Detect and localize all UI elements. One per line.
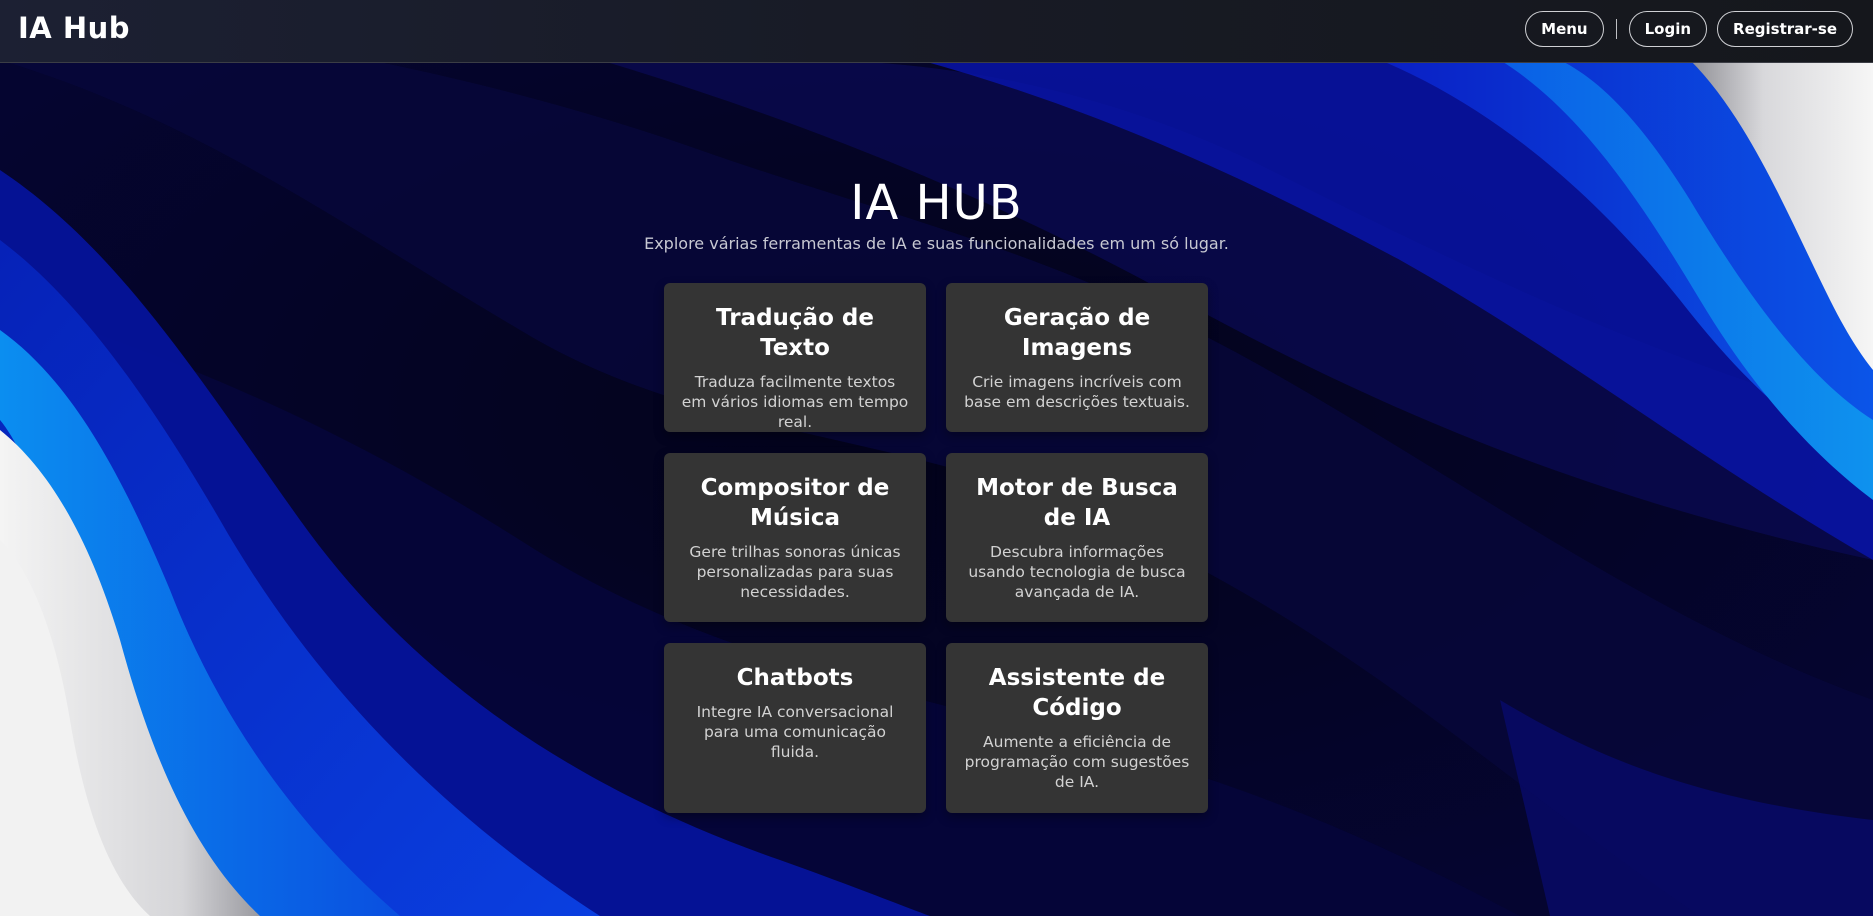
login-button[interactable]: Login	[1628, 11, 1708, 47]
tool-card-image-generation[interactable]: Geração de Imagens Crie imagens incrívei…	[946, 283, 1208, 432]
card-description: Descubra informações usando tecnologia d…	[968, 543, 1186, 601]
card-title: Assistente de Código	[988, 665, 1166, 721]
page-subtitle: Explore várias ferramentas de IA e suas …	[644, 234, 1229, 253]
site-logo[interactable]: IA Hub	[18, 11, 130, 45]
nav-actions: Menu Login Registrar-se	[1525, 11, 1853, 47]
tool-card-search-engine[interactable]: Motor de Busca de IA Descubra informaçõe…	[946, 453, 1208, 622]
register-button[interactable]: Registrar-se	[1717, 11, 1853, 47]
tool-card-code-assistant[interactable]: Assistente de Código Aumente a eficiênci…	[946, 643, 1208, 813]
card-description: Gere trilhas sonoras únicas personalizad…	[689, 543, 901, 601]
page-title: IA HUB	[850, 175, 1023, 231]
card-title: Chatbots	[736, 665, 854, 691]
menu-button[interactable]: Menu	[1525, 11, 1604, 47]
card-title: Tradução de Texto	[716, 305, 874, 361]
card-description: Integre IA conversacional para uma comun…	[696, 703, 894, 761]
card-title: Motor de Busca de IA	[976, 475, 1178, 531]
card-description: Traduza facilmente textos em vários idio…	[681, 373, 909, 431]
card-title: Geração de Imagens	[1003, 305, 1151, 361]
card-description: Aumente a eficiência de programação com …	[964, 733, 1190, 791]
tool-card-music-composer[interactable]: Compositor de Música Gere trilhas sonora…	[664, 453, 926, 622]
tools-grid: Tradução de Texto Traduza facilmente tex…	[664, 283, 1209, 813]
card-title: Compositor de Música	[700, 475, 890, 531]
tool-card-translation[interactable]: Tradução de Texto Traduza facilmente tex…	[664, 283, 926, 432]
top-navbar: IA Hub Menu Login Registrar-se	[0, 0, 1873, 63]
nav-separator	[1615, 19, 1617, 39]
card-description: Crie imagens incríveis com base em descr…	[964, 373, 1190, 411]
tool-card-chatbots[interactable]: Chatbots Integre IA conversacional para …	[664, 643, 926, 813]
